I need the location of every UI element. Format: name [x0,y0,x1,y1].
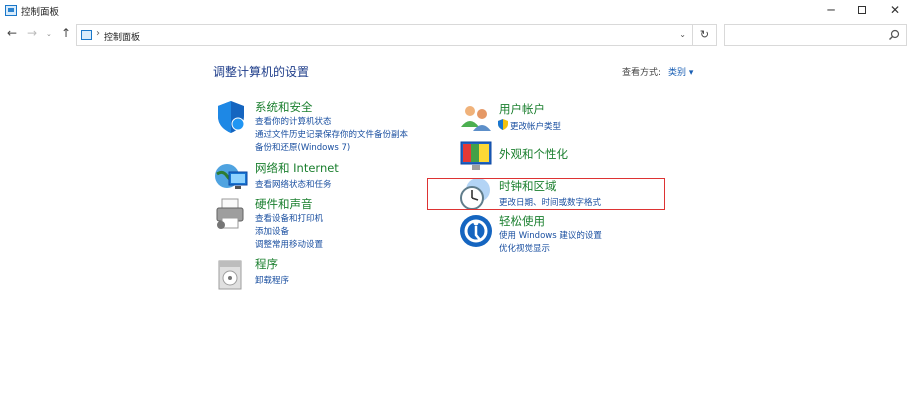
link-view-computer-status[interactable]: 查看你的计算机状态 [255,115,332,127]
ease-of-access-icon[interactable] [458,213,494,249]
recent-locations-button[interactable]: ⌄ [46,30,52,38]
minimize-button[interactable]: ─ [816,0,846,22]
forward-button[interactable]: → [27,26,37,40]
link-uninstall-program[interactable]: 卸载程序 [255,274,289,286]
category-heading-programs[interactable]: 程序 [255,256,278,272]
category-heading-network-internet[interactable]: 网络和 Internet [255,160,339,176]
link-optimize-visual-display[interactable]: 优化视觉显示 [499,242,550,254]
link-network-status[interactable]: 查看网络状态和任务 [255,178,332,190]
link-mobility-settings[interactable]: 调整常用移动设置 [255,238,323,250]
maximize-button[interactable] [847,0,877,22]
navigation-bar: ← → ⌄ ↑ › 控制面板 ⌄ ↻ [0,22,913,48]
shield-icon[interactable] [213,99,249,135]
network-globe-icon[interactable] [213,160,249,196]
back-button[interactable]: ← [7,26,17,40]
link-add-device[interactable]: 添加设备 [255,225,289,237]
category-heading-user-accounts[interactable]: 用户帐户 [499,101,545,117]
view-by-dropdown[interactable]: 类别 ▾ [668,65,693,78]
control-panel-icon [81,30,92,40]
page-title: 调整计算机的设置 [213,65,310,79]
link-devices-printers[interactable]: 查看设备和打印机 [255,212,323,224]
view-by-label: 查看方式: [622,68,662,78]
appearance-icon[interactable] [458,138,494,174]
search-icon[interactable] [888,29,900,41]
category-heading-ease-of-access[interactable]: 轻松使用 [499,213,545,229]
title-bar: 控制面板 ─ ✕ [0,0,913,22]
breadcrumb-separator[interactable]: › [96,28,100,39]
search-input[interactable] [724,24,907,46]
printer-icon[interactable] [213,196,249,232]
maximize-icon [858,5,866,14]
link-backup-restore[interactable]: 备份和还原(Windows 7) [255,141,350,153]
close-button[interactable]: ✕ [880,0,910,22]
address-dropdown-button[interactable]: ⌄ [679,30,686,39]
highlight-box [427,178,665,210]
breadcrumb-control-panel[interactable]: 控制面板 [104,30,140,43]
link-windows-suggested-settings[interactable]: 使用 Windows 建议的设置 [499,229,602,241]
refresh-button[interactable]: ↻ [693,24,717,46]
programs-icon[interactable] [213,256,249,292]
up-button[interactable]: ↑ [61,26,71,40]
link-file-history-backup[interactable]: 通过文件历史记录保存你的文件备份副本 [255,128,408,140]
window-title: 控制面板 [21,7,60,18]
category-heading-appearance[interactable]: 外观和个性化 [499,146,568,162]
users-icon[interactable] [458,101,494,137]
uac-shield-icon [498,119,508,130]
link-change-account-type[interactable]: 更改帐户类型 [510,120,561,132]
address-bar[interactable]: › 控制面板 ⌄ [76,24,693,46]
category-heading-hardware-sound[interactable]: 硬件和声音 [255,196,313,212]
control-panel-icon [5,5,17,16]
category-heading-system-security[interactable]: 系统和安全 [255,99,313,115]
